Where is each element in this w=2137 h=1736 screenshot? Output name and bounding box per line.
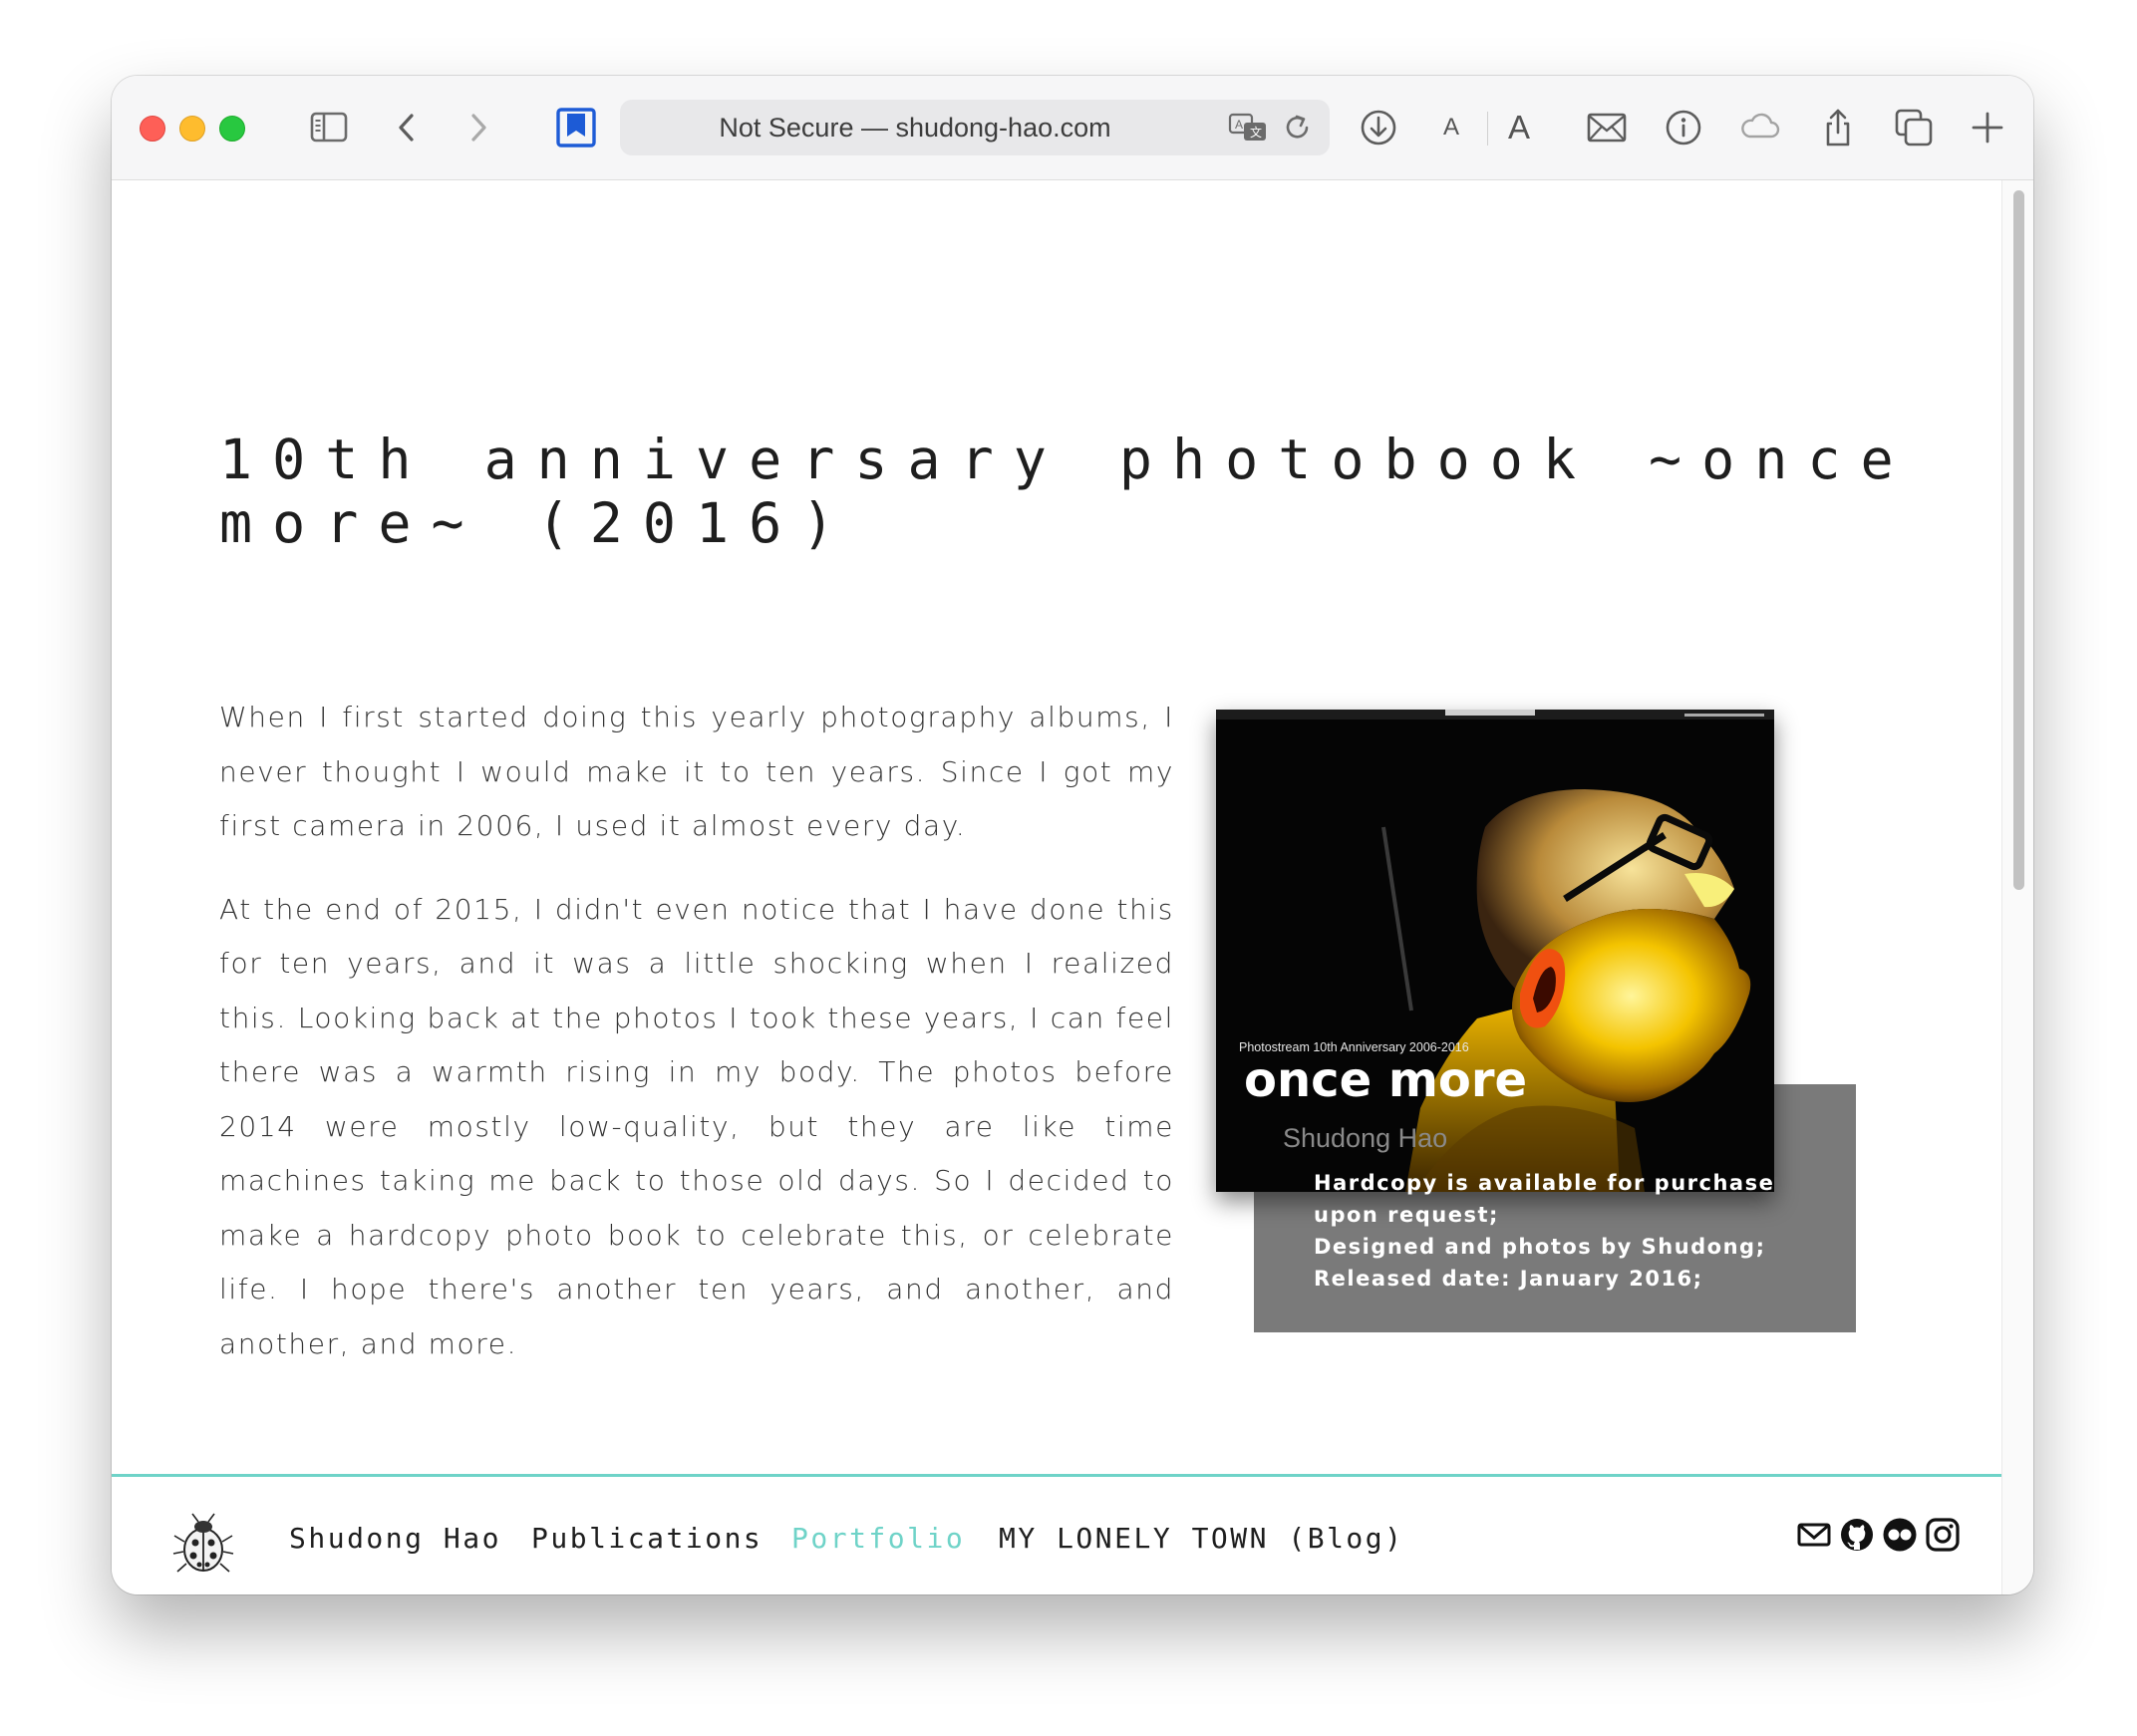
back-icon[interactable] [386,106,430,149]
nav-portfolio[interactable]: Portfolio [791,1514,965,1564]
nav-blog[interactable]: MY LONELY TOWN (Blog) [999,1514,1404,1564]
article-body: When I first started doing this yearly p… [219,691,1174,1400]
caption-line: Hardcopy is available for purchase upon … [1314,1171,1775,1227]
nav-publications[interactable]: Publications [531,1514,763,1564]
email-icon[interactable] [1796,1517,1832,1553]
photobook-cover-image[interactable]: Photostream 10th Anniversary 2006-2016 o… [1216,710,1774,1192]
mail-icon[interactable] [1585,106,1629,149]
ladybug-logo-icon[interactable] [171,1512,235,1580]
cover-author: Shudong Hao [1283,1123,1448,1153]
cloud-icon[interactable] [1738,106,1782,149]
page-scrollbar[interactable] [2001,180,2033,1594]
page-title: 10th anniversary photobook ~once more~ (… [219,428,1914,555]
address-text: Not Secure — shudong-hao.com [719,113,1111,143]
forward-icon[interactable] [456,106,499,149]
cover-photo-art [1216,710,1774,1192]
translate-icon[interactable]: A文 [1226,106,1270,149]
cover-title: once more [1244,1052,1528,1108]
caption-line: Released date: January 2016; [1314,1267,1703,1291]
article-paragraph: When I first started doing this yearly p… [219,701,1174,842]
toolbar-divider [1487,112,1488,145]
footer-divider [112,1474,2001,1477]
web-page: 10th anniversary photobook ~once more~ (… [112,180,2001,1594]
increase-font-button[interactable]: A [1508,106,1530,149]
sidebar-icon[interactable] [307,106,351,149]
share-icon[interactable] [1816,106,1860,149]
flickr-icon[interactable] [1882,1517,1918,1553]
article-paragraph: At the end of 2015, I didn't even notice… [219,892,1174,1360]
nav-shudong-hao[interactable]: Shudong Hao [289,1514,501,1564]
new-tab-icon[interactable] [1966,106,2009,149]
browser-toolbar: Not Secure — shudong-hao.com A文 A A [112,76,2033,180]
minimize-window-button[interactable] [179,116,205,142]
reload-icon[interactable] [1276,106,1316,149]
close-window-button[interactable] [140,116,165,142]
tabs-icon[interactable] [1892,106,1936,149]
photo-caption: Hardcopy is available for purchase upon … [1314,1167,1812,1295]
svg-text:A: A [1235,118,1243,132]
instagram-icon[interactable] [1925,1517,1961,1553]
svg-text:文: 文 [1250,125,1262,140]
maximize-window-button[interactable] [219,116,245,142]
caption-line: Designed and photos by Shudong; [1314,1235,1766,1259]
download-icon[interactable] [1357,106,1400,149]
bookmark-icon[interactable] [554,106,598,149]
browser-window: Not Secure — shudong-hao.com A文 A A 10th… [112,76,2033,1594]
info-icon[interactable] [1662,106,1705,149]
address-bar[interactable]: Not Secure — shudong-hao.com A文 [620,100,1330,155]
scrollbar-thumb[interactable] [2013,190,2024,890]
decrease-font-button[interactable]: A [1443,106,1459,149]
github-icon[interactable] [1839,1517,1875,1553]
